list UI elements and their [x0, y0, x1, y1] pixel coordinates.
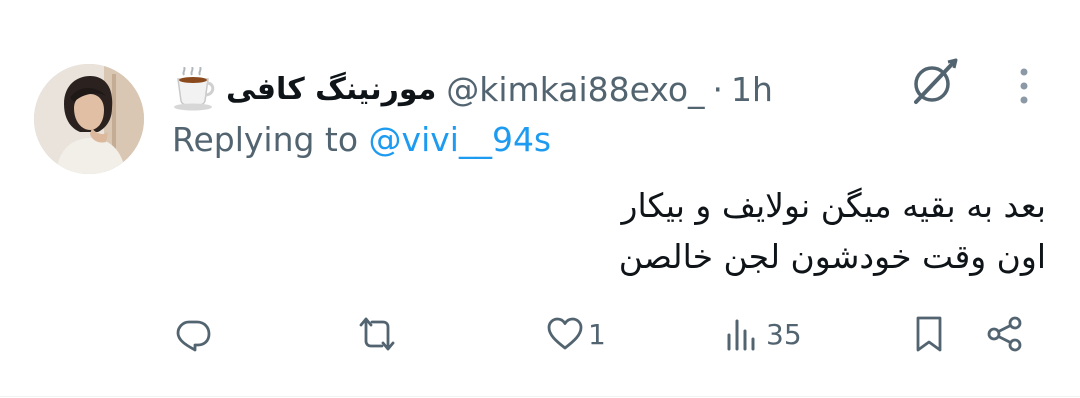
retweet-button[interactable] [358, 310, 400, 358]
replying-mention-link[interactable]: @vivi__94s [369, 120, 552, 159]
views-button[interactable]: 35 [724, 310, 802, 358]
action-bar: 1 35 [172, 310, 1042, 358]
grok-icon[interactable] [908, 56, 960, 108]
reply-icon [176, 320, 211, 352]
views-count: 35 [766, 317, 802, 351]
replying-to: Replying to @vivi__94s [172, 120, 551, 159]
coffee-icon [174, 67, 215, 111]
share-button[interactable] [986, 310, 1024, 358]
tweet-body: بعد به بقیه میگن نولایف و بیکار اون وقت … [526, 180, 1046, 282]
tweet[interactable]: مورنینگ کافی @kimkai88exo_ · 1h Replying… [0, 0, 1080, 397]
separator-dot: · [712, 69, 724, 109]
reply-button[interactable] [174, 310, 216, 358]
tweet-header: مورنینگ کافی @kimkai88exo_ · 1h [172, 64, 773, 114]
heart-icon [547, 317, 583, 350]
share-icon [987, 316, 1022, 352]
retweet-icon [359, 317, 395, 351]
like-count: 1 [588, 317, 606, 351]
timestamp[interactable]: 1h [731, 70, 773, 109]
user-handle[interactable]: @kimkai88exo_ [446, 70, 704, 109]
views-chart-icon [727, 319, 755, 351]
avatar-image [34, 64, 144, 174]
like-button[interactable]: 1 [546, 310, 606, 358]
avatar[interactable] [34, 64, 144, 174]
display-name[interactable]: مورنینگ کافی [226, 72, 436, 107]
more-options-icon[interactable] [1006, 64, 1042, 108]
tweet-body-line: بعد به بقیه میگن نولایف و بیکار [621, 186, 1046, 225]
bookmark-button[interactable] [910, 310, 948, 358]
bookmark-icon [916, 316, 942, 352]
tweet-body-line: اون وقت خودشون لجن خالصن [618, 237, 1046, 276]
replying-prefix: Replying to [172, 120, 359, 159]
